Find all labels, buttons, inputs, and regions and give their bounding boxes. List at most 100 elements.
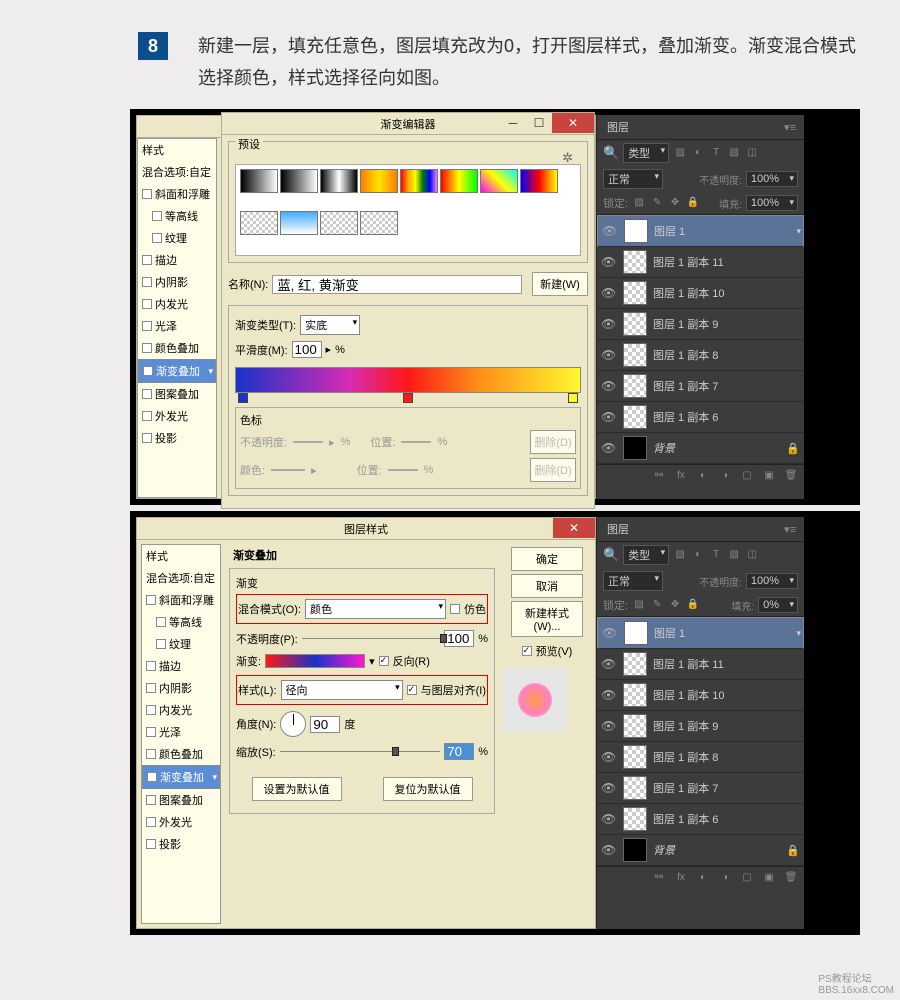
trash-icon[interactable]: 🗑 <box>784 469 798 483</box>
style-item[interactable]: 外发光 <box>142 811 220 833</box>
checkbox[interactable] <box>147 772 157 782</box>
group-icon[interactable]: ▢ <box>740 469 754 483</box>
style-item[interactable]: 光泽 <box>138 315 216 337</box>
eye-icon[interactable]: 👁 <box>601 441 617 455</box>
opacity-slider[interactable] <box>302 638 440 639</box>
layer-row[interactable]: 👁图层 1 副本 10 <box>597 680 804 711</box>
layer-row[interactable]: 👁图层 1 副本 11 <box>597 649 804 680</box>
style-select[interactable]: 径向 <box>281 680 403 700</box>
layer-row[interactable]: 👁图层 1 副本 8 <box>597 340 804 371</box>
layer-row[interactable]: 👁图层 1 <box>597 215 804 247</box>
maximize-button[interactable]: ☐ <box>526 113 552 133</box>
lock-all-icon[interactable]: 🔒 <box>686 598 700 612</box>
filter-type-icon[interactable]: ▧ <box>727 146 741 160</box>
blend-mode-select[interactable]: 颜色 <box>305 599 446 619</box>
scale-slider[interactable] <box>280 751 440 752</box>
opacity-input[interactable] <box>444 630 474 647</box>
mask-icon[interactable]: ◐ <box>696 469 710 483</box>
preset-swatch[interactable] <box>280 211 318 235</box>
layer-row[interactable]: 👁图层 1 <box>597 617 804 649</box>
layer-thumbnail[interactable] <box>623 714 647 738</box>
filter-type-icon[interactable]: ▧ <box>727 548 741 562</box>
style-item[interactable]: 颜色叠加 <box>138 337 216 359</box>
layer-row[interactable]: 👁图层 1 副本 7 <box>597 773 804 804</box>
style-item[interactable]: 描边 <box>142 655 220 677</box>
checkbox[interactable] <box>142 277 152 287</box>
checkbox[interactable] <box>142 189 152 199</box>
checkbox[interactable] <box>152 211 162 221</box>
layer-thumbnail[interactable] <box>623 838 647 862</box>
layer-row[interactable]: 👁图层 1 副本 6 <box>597 402 804 433</box>
fill-input[interactable]: 0% <box>758 597 798 613</box>
eye-icon[interactable]: 👁 <box>601 657 617 671</box>
eye-icon[interactable]: 👁 <box>601 255 617 269</box>
checkbox[interactable] <box>156 617 166 627</box>
checkbox[interactable] <box>146 683 156 693</box>
link-icon[interactable]: ⚯ <box>652 469 666 483</box>
checkbox[interactable] <box>152 233 162 243</box>
checkbox[interactable] <box>142 389 152 399</box>
filter-type-icon[interactable]: T <box>709 548 723 562</box>
layers-tab[interactable]: 图层 <box>597 517 639 541</box>
checkbox[interactable] <box>142 433 152 443</box>
style-item[interactable]: 描边 <box>138 249 216 271</box>
checkbox[interactable] <box>143 366 153 376</box>
scale-input[interactable] <box>444 743 474 760</box>
gradient-swatch[interactable] <box>265 654 365 668</box>
eye-icon[interactable]: 👁 <box>601 379 617 393</box>
layer-thumbnail[interactable] <box>623 436 647 460</box>
style-item-gradient-overlay[interactable]: 渐变叠加 <box>138 359 216 383</box>
filter-type-icon[interactable]: ◐ <box>691 146 705 160</box>
dialog-titlebar[interactable]: 图层样式 ✕ <box>137 518 595 540</box>
opacity-input[interactable]: 100% <box>746 573 798 589</box>
style-item[interactable]: 等高线 <box>138 205 216 227</box>
style-item[interactable]: 内发光 <box>138 293 216 315</box>
eye-icon[interactable]: 👁 <box>602 224 618 238</box>
panel-menu-icon[interactable]: ▾≡ <box>776 519 804 540</box>
gradient-type-select[interactable]: 实底 <box>300 315 360 335</box>
group-icon[interactable]: ▢ <box>740 871 754 885</box>
style-item[interactable]: 斜面和浮雕 <box>138 183 216 205</box>
preset-swatch[interactable] <box>240 211 278 235</box>
preset-swatch[interactable] <box>520 169 558 193</box>
new-button[interactable]: 新建(W) <box>532 272 588 296</box>
style-item-gradient-overlay[interactable]: 渐变叠加 <box>142 765 220 789</box>
eye-icon[interactable]: 👁 <box>601 843 617 857</box>
filter-icon[interactable]: 🔍 <box>603 547 619 563</box>
preset-swatch[interactable] <box>360 211 398 235</box>
color-stop[interactable] <box>568 393 578 403</box>
lock-transparency-icon[interactable]: ▨ <box>632 598 646 612</box>
style-item[interactable]: 斜面和浮雕 <box>142 589 220 611</box>
layer-row[interactable]: 👁图层 1 副本 11 <box>597 247 804 278</box>
style-item[interactable]: 内阴影 <box>138 271 216 293</box>
color-stop[interactable] <box>238 393 248 403</box>
gradient-bar[interactable] <box>235 367 581 393</box>
lock-transparency-icon[interactable]: ▨ <box>632 196 646 210</box>
layer-thumbnail[interactable] <box>623 776 647 800</box>
filter-type-icon[interactable]: T <box>709 146 723 160</box>
layer-thumbnail[interactable] <box>623 250 647 274</box>
style-item[interactable]: 外发光 <box>138 405 216 427</box>
close-button[interactable]: ✕ <box>553 518 595 538</box>
lock-paint-icon[interactable]: ✎ <box>650 598 664 612</box>
filter-type-icon[interactable]: ◐ <box>691 548 705 562</box>
preset-swatch[interactable] <box>320 211 358 235</box>
filter-type-icon[interactable]: ▨ <box>673 548 687 562</box>
eye-icon[interactable]: 👁 <box>602 626 618 640</box>
set-default-button[interactable]: 设置为默认值 <box>252 777 342 801</box>
eye-icon[interactable]: 👁 <box>601 781 617 795</box>
mask-icon[interactable]: ◐ <box>696 871 710 885</box>
panel-menu-icon[interactable]: ▾≡ <box>776 117 804 138</box>
checkbox[interactable] <box>146 727 156 737</box>
layer-row[interactable]: 👁图层 1 副本 7 <box>597 371 804 402</box>
preset-swatch[interactable] <box>280 169 318 193</box>
eye-icon[interactable]: 👁 <box>601 688 617 702</box>
checkbox[interactable] <box>142 299 152 309</box>
checkbox[interactable] <box>142 411 152 421</box>
filter-icon[interactable]: 🔍 <box>603 145 619 161</box>
style-item[interactable]: 纹理 <box>138 227 216 249</box>
eye-icon[interactable]: 👁 <box>601 719 617 733</box>
layer-thumbnail[interactable] <box>623 745 647 769</box>
link-icon[interactable]: ⚯ <box>652 871 666 885</box>
layer-row[interactable]: 👁图层 1 副本 9 <box>597 711 804 742</box>
